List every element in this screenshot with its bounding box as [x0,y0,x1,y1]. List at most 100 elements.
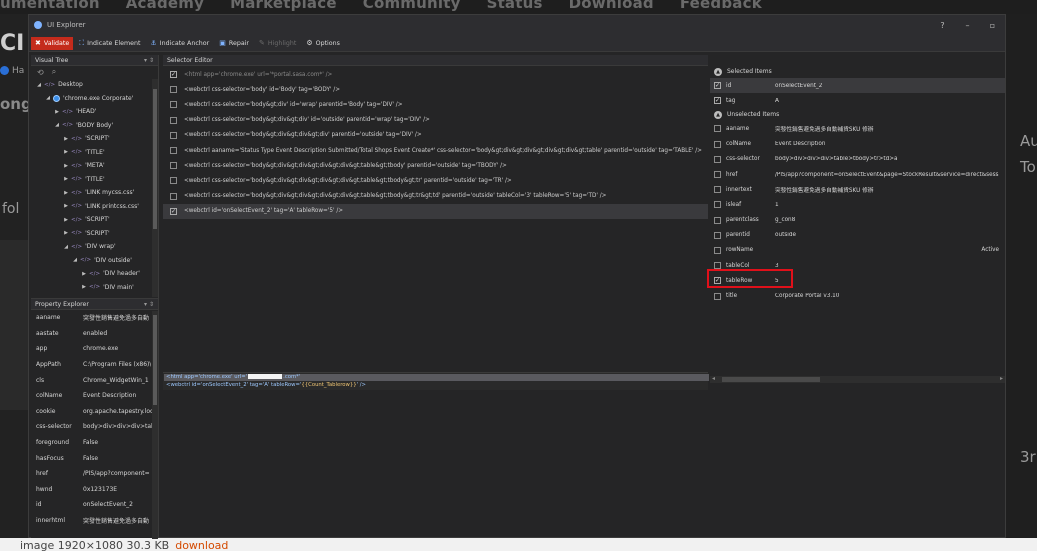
property-row[interactable]: app chrome.exe [31,341,158,357]
tree-node[interactable]: ◢ </> 'DIV wrap' [62,240,116,253]
search-icon[interactable]: ⌕ [52,67,56,77]
attribute-checkbox[interactable] [714,292,721,300]
expand-arrow-icon[interactable]: ▶ [62,136,70,142]
selector-row[interactable]: <webctrl css-selector='body&gt;div&gt;di… [163,113,708,128]
unselected-items-header[interactable]: ▲ Unselected Items [710,108,1005,121]
selector-preview[interactable]: <html app='chrome.exe' url=' .com*' <webc… [163,372,709,390]
tree-node[interactable]: ◢ </> 'DIV outside' [71,254,132,267]
selector-checkbox[interactable] [170,192,177,200]
attribute-checkbox[interactable]: ✓ [714,82,721,90]
property-row[interactable]: hasFocus False [31,450,158,466]
tree-node[interactable]: ▶ </> 'DIV header' [80,267,140,280]
repair-button[interactable]: ▣ Repair [215,37,253,50]
selector-row[interactable]: ✓ <html app='chrome.exe' url='*portal.sas… [163,67,708,82]
expand-arrow-icon[interactable]: ▶ [62,217,70,223]
attribute-checkbox[interactable] [714,186,721,194]
scroll-right-icon[interactable]: ▸ [1000,375,1003,382]
selector-checkbox[interactable] [170,177,177,185]
attribute-value[interactable]: body>div>div>div>table>tbody>tr>td>a [775,156,1005,162]
tree-node[interactable]: ▶ </> 'SCRIPT' [62,132,110,145]
attribute-checkbox[interactable] [714,171,721,179]
collapse-arrow-icon[interactable]: ◢ [44,95,52,101]
attribute-row[interactable]: css-selector body>div>div>div>table>tbody… [710,152,1005,167]
expand-arrow-icon[interactable]: ▶ [80,284,88,290]
selector-checkbox[interactable] [170,131,177,139]
attribute-row[interactable]: parentclass g_con8 [710,213,1005,228]
tree-node[interactable]: ▶ </> 'HEAD' [53,105,96,118]
selector-row[interactable]: <webctrl css-selector='body&gt;div&gt;di… [163,189,708,204]
property-row[interactable]: aaname 突發性銷售避免過多自動 [31,310,158,326]
scroll-left-icon[interactable]: ◂ [712,375,715,382]
tree-node[interactable]: ◢ </> Desktop [35,78,83,91]
expand-arrow-icon[interactable]: ▶ [62,163,70,169]
tree-node[interactable]: ◢ 'chrome.exe Corporate' [44,92,133,105]
attribute-value[interactable]: outside [775,232,1005,238]
expand-arrow-icon[interactable]: ▶ [62,149,70,155]
pin-icon[interactable]: ▾ ⇕ [144,57,154,64]
property-row[interactable]: cookie org.apache.tapestry.loc [31,404,158,420]
attribute-value[interactable]: 突發性銷售避免過多自動補貨SKU 修辦 [775,124,1005,133]
expand-arrow-icon[interactable]: ▶ [62,230,70,236]
selector-row[interactable]: <webctrl css-selector='body&gt;div' id='… [163,97,708,112]
attribute-checkbox[interactable]: ✓ [714,97,721,105]
attribute-value[interactable]: g_con8 [775,217,1005,223]
property-row[interactable]: css-selector body>div>div>div>tal [31,419,158,435]
property-row[interactable]: hwnd 0x123173E [31,482,158,498]
selector-row[interactable]: <webctrl css-selector='body&gt;div&gt;di… [163,158,708,173]
attribute-checkbox[interactable] [714,125,721,133]
attribute-value[interactable]: /PIS/app?component=onSelectEvent&page=St… [775,172,1005,178]
attribute-checkbox[interactable] [714,140,721,148]
collapse-arrow-icon[interactable]: ◢ [62,244,70,250]
indicate-anchor-button[interactable]: ⚓ Indicate Anchor [147,37,214,50]
selector-checkbox[interactable] [170,101,177,109]
tree-node[interactable]: ▶ </> 'META' [62,159,105,172]
attribute-checkbox[interactable] [714,155,721,163]
attribute-row[interactable]: href/PIS/app?component=onSelectEvent&pag… [710,167,1005,182]
indicate-element-button[interactable]: ⛶ Indicate Element [75,37,144,50]
selected-items-hscrollbar[interactable]: ◂ ▸ [710,375,1005,383]
property-explorer-scrollbar[interactable] [152,311,158,539]
attribute-value[interactable]: 突發性銷售避免過多自動補貨SKU 修辦 [775,185,1005,194]
selected-items-header[interactable]: ▲ Selected Items [710,65,1005,78]
property-row[interactable]: innerhtml 突發性銷售避免過多自動 [31,513,158,529]
property-row[interactable]: AppPath C:\Program Files (x86)\ [31,357,158,373]
tree-node[interactable]: ◢ </> 'BODY Body' [53,119,113,132]
selector-checkbox[interactable]: ✓ [170,207,177,215]
pin-icon[interactable]: ▾ ⇕ [144,301,154,308]
download-link[interactable]: download [175,539,228,551]
attribute-row[interactable]: ✓ tag A [710,93,1005,108]
selector-checkbox[interactable]: ✓ [170,71,177,79]
attribute-row[interactable]: title Corporate Portal v3.10 [710,288,1005,303]
selector-checkbox[interactable] [170,86,177,94]
expand-arrow-icon[interactable]: ▶ [80,271,88,277]
selector-row[interactable]: <webctrl css-selector='body&gt;div&gt;di… [163,128,708,143]
maximize-button[interactable]: ▫ [980,21,1005,30]
collapse-icon[interactable]: ▲ [714,110,722,119]
attribute-checkbox[interactable] [714,231,721,239]
refresh-icon[interactable]: ⟲ [37,68,44,77]
attribute-checkbox[interactable] [714,246,721,254]
attribute-checkbox[interactable] [714,216,721,224]
expand-arrow-icon[interactable]: ▶ [62,190,70,196]
collapse-arrow-icon[interactable]: ◢ [53,122,61,128]
attribute-value[interactable]: 5 [775,278,1005,284]
attribute-row[interactable]: isleaf 1 [710,197,1005,212]
property-row[interactable]: cls Chrome_WidgetWin_1 [31,372,158,388]
property-row[interactable]: foreground False [31,435,158,451]
attribute-value[interactable]: Corporate Portal v3.10 [775,293,1005,299]
attribute-value[interactable]: A [775,98,1005,104]
property-row[interactable]: href/PIS/app?component= [31,466,158,482]
options-button[interactable]: ⚙ Options [302,37,344,50]
attribute-row[interactable]: parentid outside [710,228,1005,243]
visual-tree-scrollbar[interactable] [152,79,158,297]
attribute-row[interactable]: innertext 突發性銷售避免過多自動補貨SKU 修辦 [710,182,1005,197]
collapse-arrow-icon[interactable]: ◢ [71,257,79,263]
expand-arrow-icon[interactable]: ▶ [62,203,70,209]
selector-checkbox[interactable] [170,162,177,170]
selector-row[interactable]: ✓ <webctrl id='onSelectEvent_2' tag='A' t… [163,203,708,219]
tree-node[interactable]: ▶ </> 'SCRIPT' [62,213,110,226]
attribute-value[interactable]: 1 [775,202,1005,208]
validate-button[interactable]: ✖ Validate [31,36,74,50]
selector-row[interactable]: <webctrl css-selector='body&gt;div&gt;di… [163,173,708,188]
attribute-row[interactable]: rowName Active [710,243,1005,258]
